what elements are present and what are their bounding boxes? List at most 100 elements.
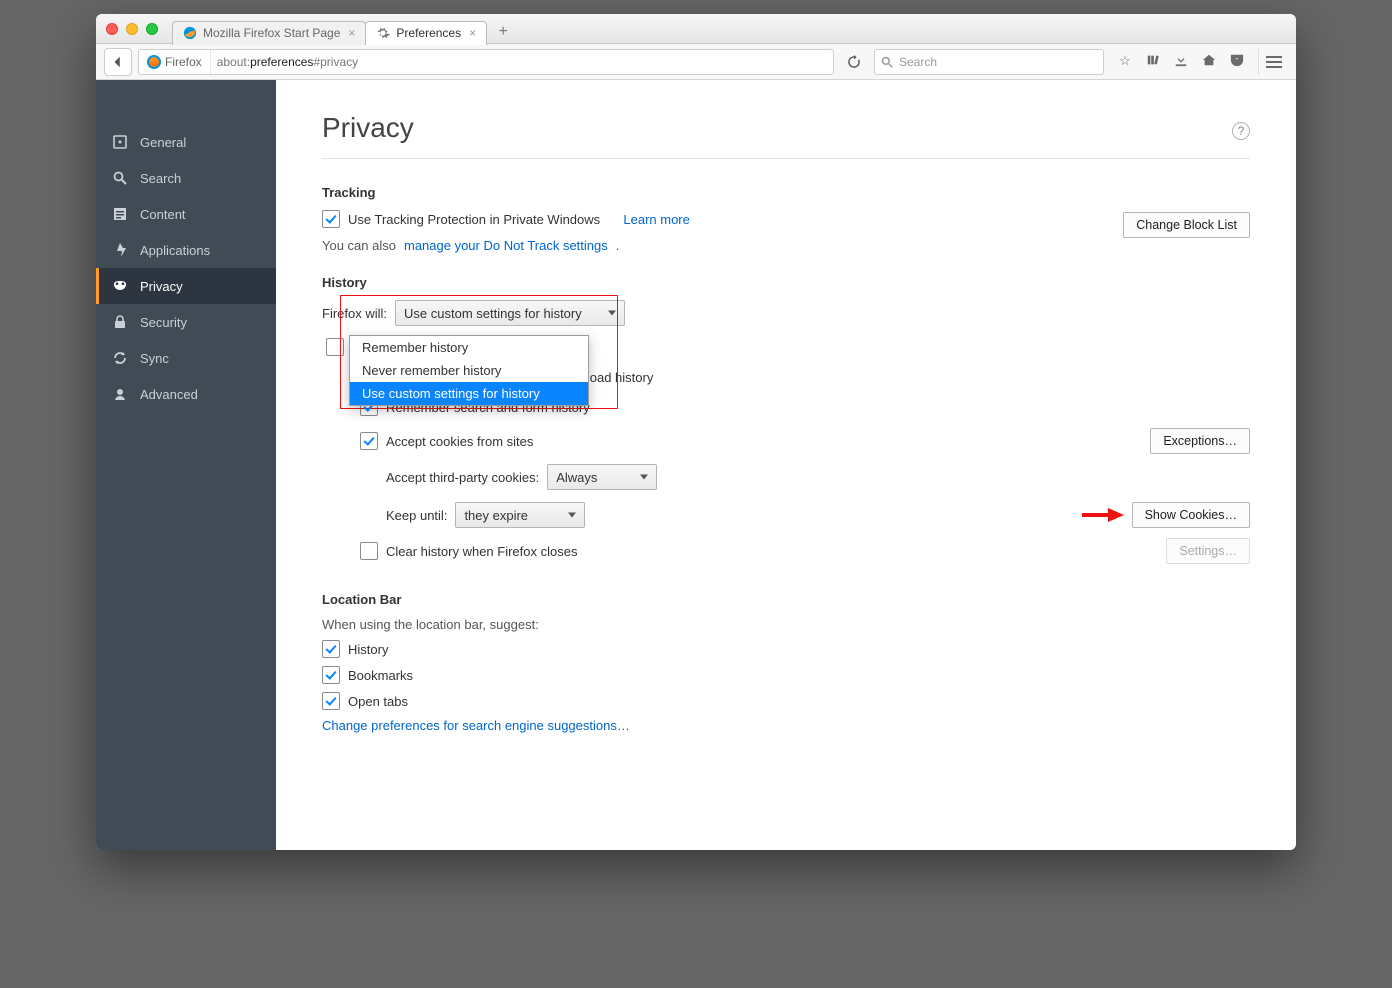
tracking-protection-label: Use Tracking Protection in Private Windo… [348,212,600,227]
search-placeholder: Search [899,55,937,69]
third-party-select[interactable]: Always [547,464,657,490]
pocket-icon[interactable] [1228,53,1246,70]
keep-until-value: they expire [464,508,528,523]
gear-icon [376,26,390,40]
help-button[interactable]: ? [1232,122,1250,140]
manage-dnt-link[interactable]: manage your Do Not Track settings [404,238,608,253]
history-mode-value: Use custom settings for history [404,306,582,321]
sidebar-label: Content [140,207,186,222]
dropdown-option-remember[interactable]: Remember history [350,336,588,359]
menu-button[interactable] [1258,49,1288,75]
hamburger-icon [1266,55,1282,69]
tab-start-page[interactable]: Mozilla Firefox Start Page × [172,21,366,45]
suggest-history-label: History [348,642,388,657]
preferences-body: General Search Content Applications Priv… [96,80,1296,850]
accept-cookies-label: Accept cookies from sites [386,434,533,449]
keep-until-select[interactable]: they expire [455,502,585,528]
sidebar-item-sync[interactable]: Sync [96,340,276,376]
browser-window: Mozilla Firefox Start Page × Preferences… [96,14,1296,850]
privacy-mask-icon [112,278,128,294]
history-mode-dropdown[interactable]: Remember history Never remember history … [349,335,589,406]
sidebar-label: Applications [140,243,210,258]
sidebar-item-content[interactable]: Content [96,196,276,232]
dropdown-option-never[interactable]: Never remember history [350,359,588,382]
search-bar[interactable]: Search [874,49,1104,75]
lock-icon [112,314,128,330]
suggest-bookmarks-label: Bookmarks [348,668,413,683]
url-text: about:preferences#privacy [211,55,364,69]
sidebar-item-security[interactable]: Security [96,304,276,340]
dnt-post: . [616,238,620,253]
reload-button[interactable] [840,50,868,74]
section-heading-location-bar: Location Bar [322,592,1250,607]
back-button[interactable] [104,48,132,76]
tab-close-icon[interactable]: × [348,26,355,40]
arrow-left-icon [111,55,125,69]
content-icon [112,206,128,222]
third-party-label: Accept third-party cookies: [386,470,539,485]
tab-preferences[interactable]: Preferences × [365,21,487,45]
home-icon[interactable] [1200,53,1218,70]
identity-label: Firefox [165,55,202,69]
advanced-icon [112,386,128,402]
suggest-open-tabs-checkbox[interactable] [322,692,340,710]
sidebar-label: Advanced [140,387,198,402]
url-bar[interactable]: Firefox about:preferences#privacy [138,49,834,75]
sidebar-item-privacy[interactable]: Privacy [96,268,276,304]
third-party-value: Always [556,470,597,485]
applications-icon [112,242,128,258]
section-heading-history: History [322,275,1250,290]
sidebar-label: Security [140,315,187,330]
zoom-window-button[interactable] [146,23,158,35]
history-mode-label: Firefox will: [322,306,387,321]
sidebar-label: Privacy [140,279,183,294]
category-sidebar: General Search Content Applications Priv… [96,80,276,850]
clear-on-close-checkbox[interactable] [360,542,378,560]
annotation-arrow [1080,506,1124,524]
accept-cookies-checkbox[interactable] [360,432,378,450]
clear-settings-button[interactable]: Settings… [1166,538,1250,564]
bookmark-star-icon[interactable]: ☆ [1116,53,1134,70]
show-cookies-button[interactable]: Show Cookies… [1132,502,1250,528]
change-search-suggestions-link[interactable]: Change preferences for search engine sug… [322,718,630,733]
learn-more-link[interactable]: Learn more [623,212,689,227]
location-bar-intro: When using the location bar, suggest: [322,617,539,632]
sync-icon [112,350,128,366]
page-title: Privacy [322,112,1250,159]
suggest-history-checkbox[interactable] [322,640,340,658]
titlebar: Mozilla Firefox Start Page × Preferences… [96,14,1296,44]
section-heading-tracking: Tracking [322,185,1250,200]
always-private-checkbox[interactable] [326,338,344,356]
library-icon[interactable] [1144,53,1162,70]
search-icon [112,170,128,186]
sidebar-item-general[interactable]: General [96,124,276,160]
keep-until-label: Keep until: [386,508,447,523]
toolbar-icons: ☆ [1110,53,1252,70]
search-icon [881,56,893,68]
tracking-protection-checkbox[interactable] [322,210,340,228]
downloads-icon[interactable] [1172,53,1190,70]
identity-box[interactable]: Firefox [139,50,211,74]
general-icon [112,134,128,150]
close-window-button[interactable] [106,23,118,35]
sidebar-item-search[interactable]: Search [96,160,276,196]
dropdown-option-custom[interactable]: Use custom settings for history [350,382,588,405]
sidebar-label: General [140,135,186,150]
sidebar-label: Sync [140,351,169,366]
change-block-list-button[interactable]: Change Block List [1123,212,1250,238]
minimize-window-button[interactable] [126,23,138,35]
firefox-icon [183,26,197,40]
tab-label: Mozilla Firefox Start Page [203,26,340,40]
firefox-icon [147,55,161,69]
content-pane: Privacy ? Tracking Use Tracking Protecti… [276,80,1296,850]
cookie-exceptions-button[interactable]: Exceptions… [1150,428,1250,454]
tab-close-icon[interactable]: × [469,26,476,40]
new-tab-button[interactable]: + [491,23,515,41]
suggest-bookmarks-checkbox[interactable] [322,666,340,684]
tab-label: Preferences [396,26,461,40]
history-mode-select[interactable]: Use custom settings for history [395,300,625,326]
reload-icon [847,55,861,69]
sidebar-item-advanced[interactable]: Advanced [96,376,276,412]
sidebar-label: Search [140,171,181,186]
sidebar-item-applications[interactable]: Applications [96,232,276,268]
